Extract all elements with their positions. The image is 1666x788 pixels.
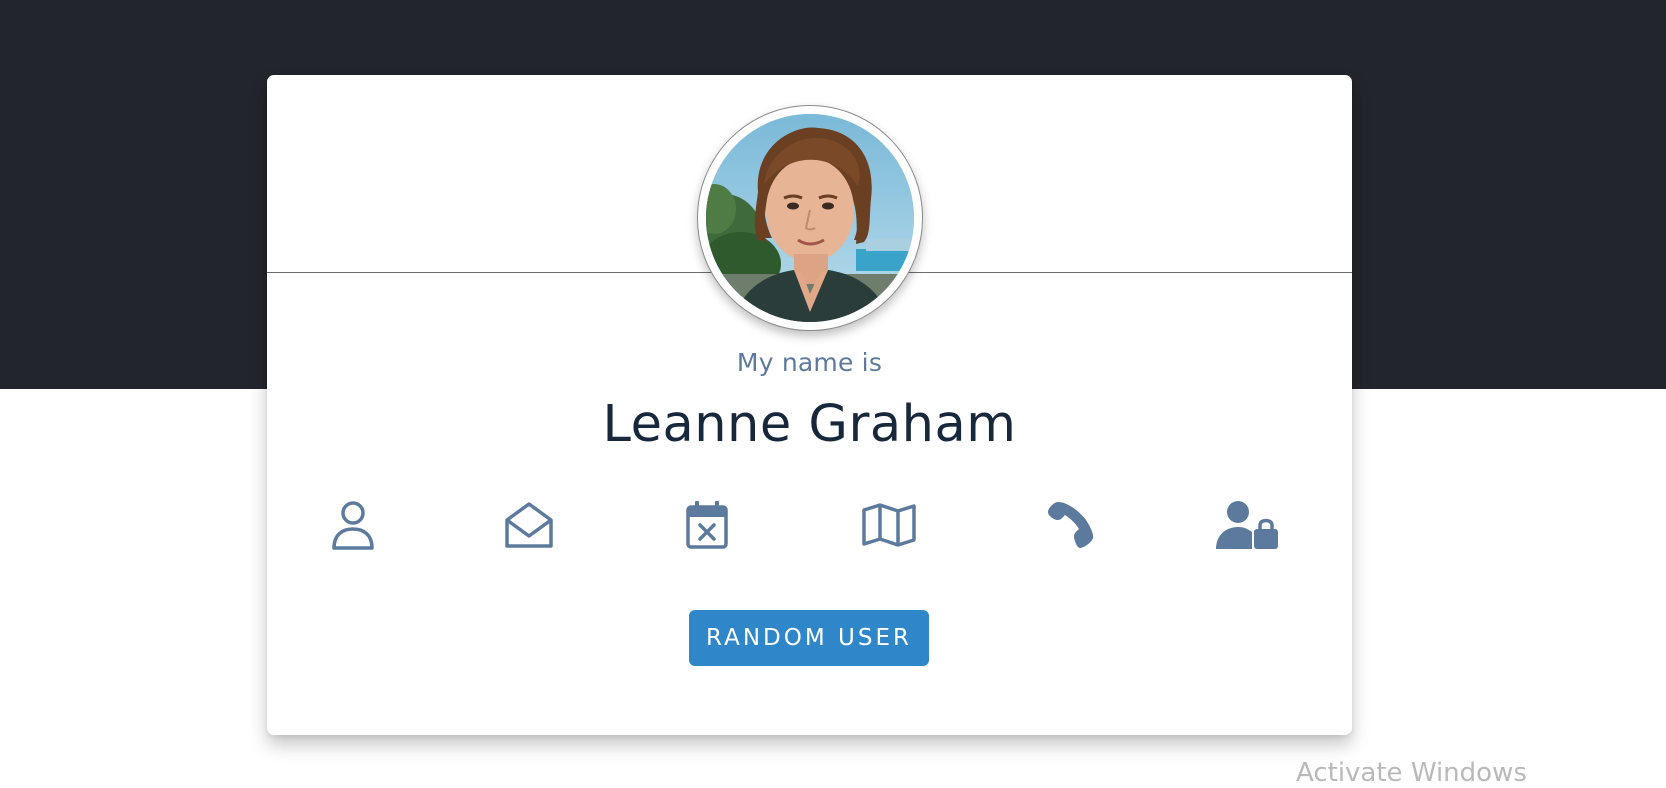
map-icon[interactable]: [857, 495, 921, 555]
avatar-frame: [697, 105, 923, 331]
attribute-icon-bar: [267, 495, 1352, 555]
user-name: Leanne Graham: [602, 395, 1017, 454]
windows-activation-watermark: Activate Windows: [1296, 758, 1527, 788]
field-label: My name is: [736, 348, 883, 377]
avatar: [706, 114, 914, 322]
user-icon[interactable]: [321, 495, 385, 555]
calendar-x-icon[interactable]: [675, 495, 739, 555]
phone-icon[interactable]: [1039, 495, 1103, 555]
user-card: My name is Leanne Graham RANDOM USER: [267, 75, 1352, 735]
user-lock-icon[interactable]: [1215, 495, 1279, 555]
random-user-button[interactable]: RANDOM USER: [689, 610, 929, 666]
envelope-open-icon[interactable]: [497, 495, 561, 555]
avatar-photo: [706, 114, 914, 322]
